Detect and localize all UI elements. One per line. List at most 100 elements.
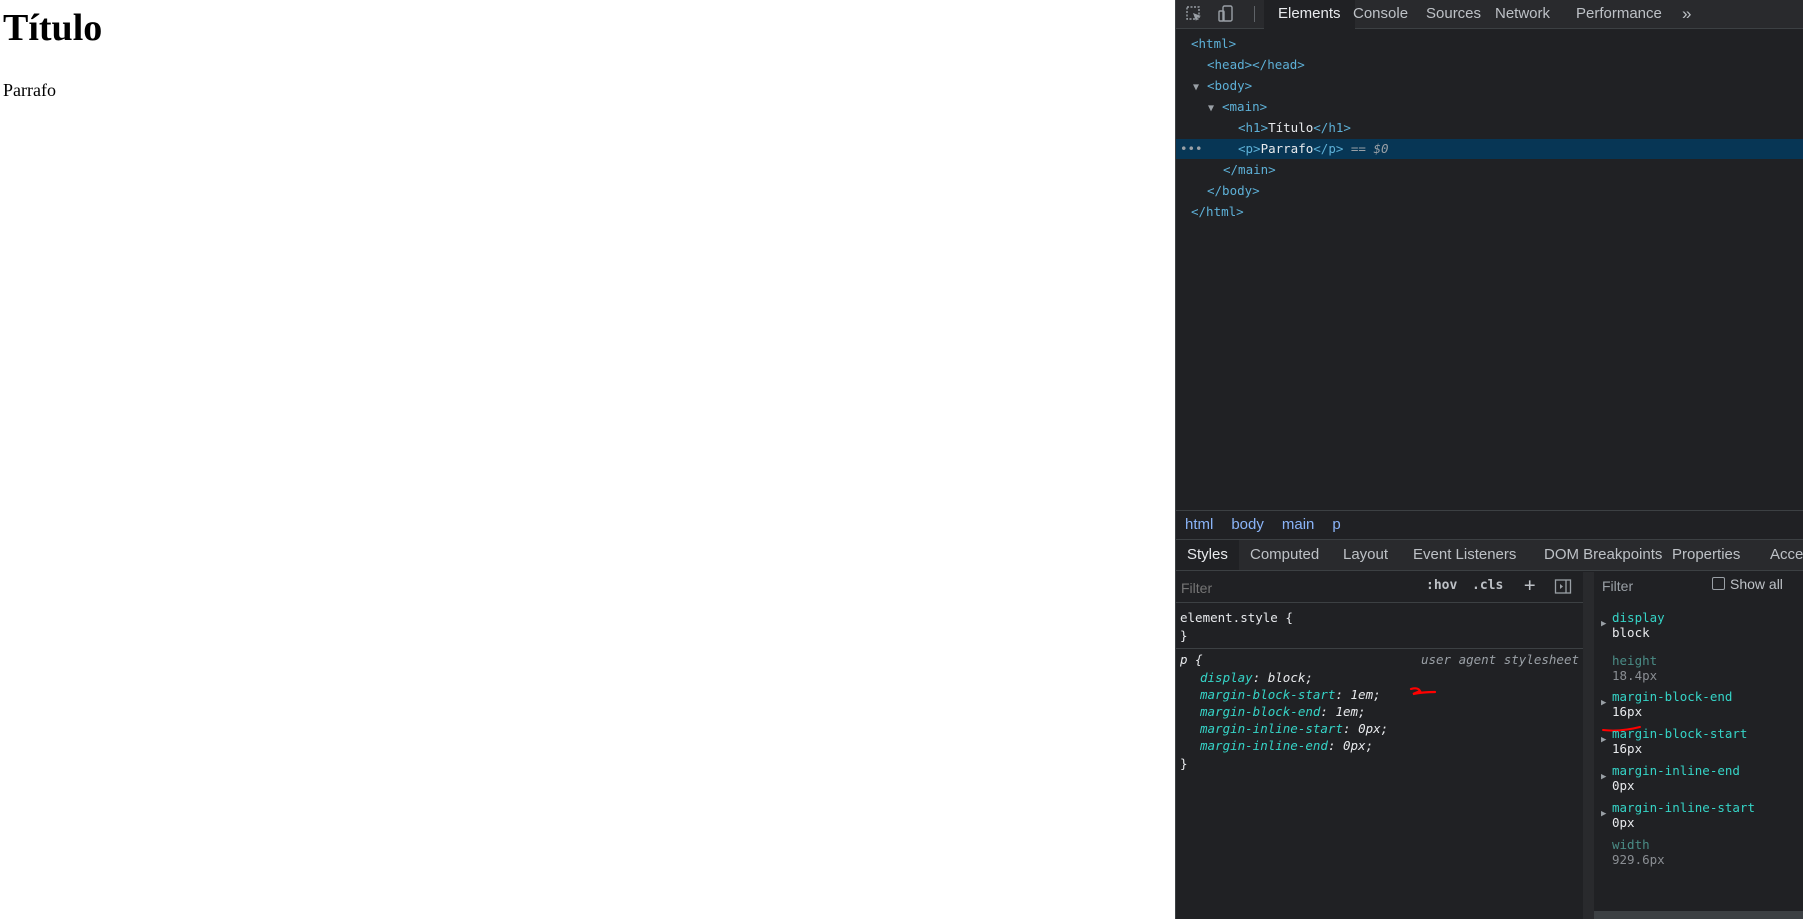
declaration-row[interactable]: display: block;	[1200, 670, 1313, 685]
declaration-value: 0px;	[1343, 738, 1374, 753]
declaration-value: 0px;	[1358, 721, 1389, 736]
tab-network[interactable]: Network	[1481, 0, 1564, 28]
element-style-selector[interactable]: element.style {	[1180, 610, 1293, 625]
tab-event-listeners[interactable]: Event Listeners	[1402, 540, 1527, 570]
pane-divider[interactable]	[1583, 572, 1594, 919]
declaration-row[interactable]: margin-block-end: 1em;	[1200, 704, 1366, 719]
expand-triangle-icon[interactable]: ▼	[1208, 99, 1222, 119]
rendered-page: Título Parrafo	[0, 0, 1175, 919]
declaration-row[interactable]: margin-inline-end: 0px;	[1200, 738, 1373, 753]
expand-triangle-icon[interactable]: ▶	[1601, 619, 1606, 629]
dom-node-p-selected[interactable]: ••• <p>Parrafo</p> == $0	[1176, 139, 1803, 159]
declaration-row[interactable]: margin-inline-start: 0px;	[1200, 721, 1388, 736]
inspect-element-icon[interactable]	[1184, 4, 1204, 24]
expand-triangle-icon[interactable]: ▶	[1601, 698, 1606, 708]
dom-node-body-close[interactable]: </body>	[1176, 181, 1803, 201]
computed-property-row[interactable]: ▶ margin-block-start 16px	[1601, 726, 1748, 756]
horizontal-scrollbar[interactable]	[1594, 911, 1803, 919]
rule-selector-p[interactable]: p {	[1180, 652, 1203, 667]
dom-tag: <p>	[1238, 141, 1261, 156]
dom-node-head[interactable]: <head></head>	[1176, 55, 1803, 75]
tab-layout[interactable]: Layout	[1332, 540, 1399, 570]
rule-close-brace: }	[1180, 756, 1188, 771]
dom-tree: <html> <head></head> ▼ <body> ▼ <main> <h1…	[1176, 32, 1803, 502]
page-paragraph: Parrafo	[3, 80, 56, 100]
hover-state-button[interactable]: :hov	[1426, 578, 1457, 593]
expand-triangle-icon[interactable]: ▶	[1601, 735, 1606, 745]
dom-node-html-close[interactable]: </html>	[1176, 202, 1803, 222]
dom-node-h1[interactable]: <h1>Título</h1>	[1176, 118, 1803, 138]
red-annotation-mark	[1409, 687, 1437, 696]
styles-filter-input[interactable]	[1179, 576, 1421, 600]
declaration-property: margin-block-start	[1200, 687, 1336, 702]
device-toolbar-icon[interactable]	[1216, 4, 1236, 24]
expand-triangle-icon[interactable]: ▶	[1601, 772, 1606, 782]
computed-property-value: 0px	[1612, 778, 1635, 793]
computed-property-name: display	[1612, 610, 1665, 625]
dom-tag: </p>	[1313, 141, 1344, 156]
computed-property-name: margin-inline-start	[1612, 800, 1755, 815]
computed-property-row[interactable]: ▶ margin-inline-end 0px	[1601, 763, 1740, 793]
tab-properties[interactable]: Properties	[1661, 540, 1751, 570]
tab-computed[interactable]: Computed	[1239, 540, 1330, 570]
expand-triangle-icon[interactable]: ▶	[1601, 809, 1606, 819]
dom-node-main-close[interactable]: </main>	[1176, 160, 1803, 180]
tab-accessibility[interactable]: Accessibility	[1759, 540, 1803, 570]
breadcrumb-body[interactable]: body	[1222, 511, 1273, 539]
breadcrumb-main[interactable]: main	[1273, 511, 1324, 539]
checkbox-icon[interactable]	[1712, 577, 1725, 590]
elements-subtab-bar: Styles Computed Layout Event Listeners D…	[1176, 540, 1803, 571]
dom-tag: <main>	[1222, 99, 1268, 114]
computed-property-value: 18.4px	[1612, 668, 1658, 683]
more-tabs-icon[interactable]: »	[1668, 0, 1705, 28]
dom-tag: <html>	[1191, 36, 1237, 51]
dom-tag: <h1>	[1238, 120, 1269, 135]
breadcrumb-p[interactable]: p	[1323, 511, 1349, 539]
computed-property-row[interactable]: ▶ margin-block-end 16px	[1601, 689, 1733, 719]
computed-property-value: 16px	[1612, 741, 1643, 756]
dom-node-html[interactable]: <html>	[1176, 34, 1803, 54]
toggle-sidebar-icon[interactable]	[1554, 578, 1572, 596]
computed-property-row[interactable]: ▶ display block	[1601, 610, 1665, 640]
computed-property-name: margin-block-start	[1612, 726, 1748, 741]
show-all-checkbox[interactable]: Show all	[1712, 576, 1783, 592]
computed-property-name: width	[1612, 837, 1650, 852]
tab-styles[interactable]: Styles	[1176, 540, 1239, 570]
dom-text: Título	[1268, 120, 1314, 135]
page-title: Título	[3, 7, 103, 49]
dom-console-ref: == $0	[1350, 141, 1389, 156]
dom-text: Parrafo	[1260, 141, 1314, 156]
breadcrumb: html body main p	[1176, 510, 1803, 540]
class-toggle-button[interactable]: .cls	[1472, 578, 1503, 593]
devtools-tab-bar: Elements Console Sources Network Perform…	[1176, 0, 1803, 29]
dom-tag: </main>	[1223, 162, 1276, 177]
tab-console[interactable]: Console	[1339, 0, 1422, 28]
declaration-value: 1em;	[1350, 687, 1381, 702]
computed-filter-input[interactable]: Filter	[1602, 578, 1633, 594]
tab-dom-breakpoints[interactable]: DOM Breakpoints	[1533, 540, 1673, 570]
declaration-property: margin-inline-start	[1200, 721, 1343, 736]
computed-property-value: 0px	[1612, 815, 1635, 830]
declaration-row[interactable]: margin-block-start: 1em;	[1200, 687, 1381, 702]
dom-tag: </body>	[1207, 183, 1260, 198]
tab-performance[interactable]: Performance	[1562, 0, 1676, 28]
computed-pane: Filter Show all ▶ display block height 1…	[1594, 572, 1803, 919]
computed-property-value: 929.6px	[1612, 852, 1665, 867]
dom-node-main[interactable]: ▼ <main>	[1176, 97, 1803, 117]
rule-source-label: user agent stylesheet	[1420, 652, 1579, 667]
dom-tag: </html>	[1191, 204, 1244, 219]
computed-property-name: height	[1612, 653, 1658, 668]
dom-node-body[interactable]: ▼ <body>	[1176, 76, 1803, 96]
dom-tag: <head></head>	[1207, 57, 1305, 72]
more-options-icon[interactable]: •••	[1180, 139, 1203, 159]
rule-separator	[1176, 648, 1583, 649]
computed-property-row[interactable]: ▶ margin-inline-start 0px	[1601, 800, 1755, 830]
computed-property-name: margin-block-end	[1612, 689, 1733, 704]
computed-property-row[interactable]: width 929.6px	[1602, 837, 1665, 867]
add-rule-button[interactable]: +	[1524, 574, 1535, 596]
expand-triangle-icon[interactable]: ▼	[1193, 78, 1207, 98]
styles-filter-bar: :hov .cls +	[1176, 572, 1583, 603]
breadcrumb-html[interactable]: html	[1176, 511, 1222, 539]
dom-tag: <body>	[1207, 78, 1253, 93]
computed-property-row[interactable]: height 18.4px	[1602, 653, 1657, 683]
